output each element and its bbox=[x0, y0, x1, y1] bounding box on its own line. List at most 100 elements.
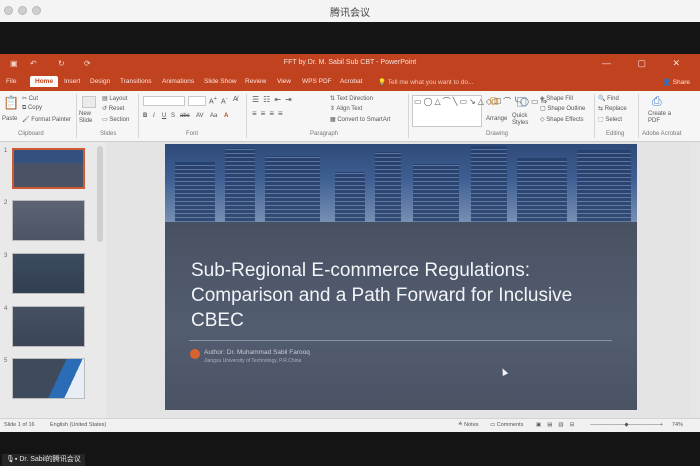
slide-thumbnail-5[interactable] bbox=[12, 358, 85, 399]
shrink-font-icon[interactable]: A- bbox=[221, 96, 228, 105]
slide-affiliation[interactable]: Jiangsu University of Technology, P.R.Ch… bbox=[204, 358, 301, 364]
strikethrough-button[interactable]: abc bbox=[180, 113, 190, 119]
thumbnail-scrollbar[interactable] bbox=[97, 146, 103, 242]
slides-group-label: Slides bbox=[100, 131, 117, 137]
status-bar: Slide 1 of 16 English (United States) ≙ … bbox=[0, 418, 700, 432]
shape-effects-button[interactable]: ◇ Shape Effects bbox=[540, 116, 584, 123]
current-slide[interactable]: Sub-Regional E-commerce Regulations: Com… bbox=[165, 144, 637, 410]
font-color-button[interactable]: A bbox=[224, 113, 228, 119]
font-name-dropdown[interactable] bbox=[143, 96, 185, 106]
new-slide-button[interactable]: New Slide bbox=[79, 111, 101, 125]
font-size-dropdown[interactable] bbox=[188, 96, 206, 106]
tab-insert[interactable]: Insert bbox=[64, 78, 80, 85]
clipboard-group-label: Clipboard bbox=[18, 131, 44, 137]
slide-thumbnail-panel: 1 2 3 4 5 bbox=[0, 142, 106, 418]
cut-label: Cut bbox=[28, 96, 39, 102]
tab-view[interactable]: View bbox=[277, 78, 291, 85]
slide-author[interactable]: Author: Dr. Muhammad Sabil Farooq bbox=[204, 349, 310, 356]
tell-me-text: Tell me what you want to do... bbox=[387, 79, 474, 86]
notes-button[interactable]: ≙ Notes bbox=[458, 422, 479, 428]
create-pdf-button[interactable]: Create a PDF bbox=[648, 111, 676, 125]
arrange-button[interactable]: Arrange bbox=[486, 116, 507, 122]
shape-outline-label: Shape Outline bbox=[547, 106, 586, 112]
quick-styles-button[interactable]: Quick Styles bbox=[512, 113, 536, 127]
comments-button[interactable]: ▭ Comments bbox=[490, 422, 523, 428]
ribbon-separator bbox=[594, 94, 595, 138]
tell-me-search[interactable]: 💡 Tell me what you want to do... bbox=[378, 78, 473, 86]
slide-thumbnail-3[interactable] bbox=[12, 253, 85, 294]
convert-smartart-button[interactable]: ▦ Convert to SmartArt bbox=[330, 116, 390, 123]
shape-outline-button[interactable]: ▢ Shape Outline bbox=[540, 105, 585, 112]
ribbon-separator bbox=[408, 94, 409, 138]
tab-acrobat[interactable]: Acrobat bbox=[340, 78, 362, 85]
tab-file[interactable]: File bbox=[6, 78, 16, 85]
shape-fill-button[interactable]: ◈ Shape Fill bbox=[540, 95, 573, 102]
format-painter-button[interactable]: 🖌 Format Painter bbox=[22, 116, 71, 123]
align-text-button[interactable]: ⇕ Align Text bbox=[330, 105, 362, 112]
underline-button[interactable]: U bbox=[162, 113, 166, 119]
slide-count: Slide 1 of 16 bbox=[4, 422, 35, 428]
language-indicator[interactable]: English (United States) bbox=[50, 422, 106, 428]
participant-name-tag: 🎙▪ Dr. Sabil的腾讯会议 bbox=[2, 454, 85, 466]
tab-transitions[interactable]: Transitions bbox=[120, 78, 152, 85]
zoom-slider[interactable]: −────────◆────────+ bbox=[590, 422, 663, 428]
notes-label: Notes bbox=[464, 422, 479, 428]
slide-thumbnail-2[interactable] bbox=[12, 200, 85, 241]
meeting-title-bar: 腾讯会议 bbox=[0, 0, 700, 23]
mouse-cursor-icon bbox=[499, 367, 509, 376]
slide-thumbnail-1[interactable] bbox=[12, 148, 85, 189]
create-pdf-icon[interactable]: ⎙ bbox=[652, 94, 662, 109]
paste-icon[interactable]: 📋 bbox=[3, 95, 19, 111]
share-label: Share bbox=[672, 79, 690, 86]
copy-button[interactable]: ⧉ Copy bbox=[22, 105, 42, 112]
view-buttons[interactable]: ▣▤▥⊟ bbox=[536, 422, 580, 428]
clear-format-icon[interactable]: A̸ bbox=[233, 96, 238, 103]
bold-button[interactable]: B bbox=[143, 113, 147, 119]
layout-button[interactable]: ▤ Layout bbox=[102, 95, 127, 102]
meeting-bottom-bar: 🎙▪ Dr. Sabil的腾讯会议 bbox=[0, 432, 700, 466]
acrobat-group-label: Adobe Acrobat bbox=[642, 131, 682, 137]
change-case-button[interactable]: Aa bbox=[210, 113, 217, 119]
align-buttons[interactable]: ≡≡≡≡ bbox=[252, 109, 287, 118]
new-slide-icon[interactable] bbox=[82, 96, 96, 108]
slide-number: 4 bbox=[4, 306, 8, 312]
participant-name: Dr. Sabil的腾讯会议 bbox=[19, 456, 81, 463]
cut-button[interactable]: ✂ Cut bbox=[22, 95, 38, 102]
replace-button[interactable]: ⇆ Replace bbox=[598, 105, 627, 112]
select-button[interactable]: ⬚ Select bbox=[598, 116, 622, 123]
zoom-level[interactable]: 74% bbox=[672, 422, 683, 428]
tab-wps-pdf[interactable]: WPS PDF bbox=[302, 78, 332, 85]
paste-button[interactable]: Paste bbox=[2, 116, 17, 122]
slide-thumbnail-4[interactable] bbox=[12, 306, 85, 347]
reset-button[interactable]: ↺ Reset bbox=[102, 105, 124, 112]
convert-smartart-label: Convert to SmartArt bbox=[337, 117, 391, 123]
find-button[interactable]: 🔍 Find bbox=[598, 95, 619, 102]
quick-styles-icon[interactable]: ◱ bbox=[516, 94, 527, 108]
tab-design[interactable]: Design bbox=[90, 78, 110, 85]
italic-button[interactable]: I bbox=[153, 113, 155, 119]
font-group-label: Font bbox=[186, 131, 199, 137]
slide-number: 3 bbox=[4, 253, 8, 259]
ribbon-separator bbox=[76, 94, 77, 138]
text-direction-button[interactable]: ⇅ Text Direction bbox=[330, 95, 373, 102]
slide-title-line: Sub-Regional E-commerce Regulations: bbox=[191, 260, 530, 281]
tab-slide-show[interactable]: Slide Show bbox=[204, 78, 237, 85]
comments-label: Comments bbox=[496, 422, 524, 428]
align-text-label: Align Text bbox=[336, 106, 363, 112]
tab-home[interactable]: Home bbox=[30, 76, 59, 87]
slide-title[interactable]: Sub-Regional E-commerce Regulations: Com… bbox=[191, 258, 611, 333]
slide-number: 2 bbox=[4, 200, 8, 206]
grow-font-icon[interactable]: A+ bbox=[209, 96, 217, 105]
find-label: Find bbox=[607, 96, 619, 102]
section-button[interactable]: ▭ Section bbox=[102, 116, 129, 123]
tab-review[interactable]: Review bbox=[245, 78, 266, 85]
spacing-button[interactable]: AV bbox=[196, 113, 204, 119]
shapes-gallery[interactable]: ▭◯△⌒╲▭↘△◇☐⌒╰◯▭⇒ bbox=[412, 95, 547, 127]
arrange-icon[interactable]: ⧉ bbox=[490, 94, 499, 109]
window-controls[interactable]: — ▢ ✕ bbox=[602, 58, 692, 69]
share-button[interactable]: 👤 Share bbox=[663, 78, 690, 86]
shadow-button[interactable]: S bbox=[171, 113, 175, 119]
ribbon: 📋 Paste ✂ Cut ⧉ Copy 🖌 Format Painter Cl… bbox=[0, 91, 700, 142]
tab-animations[interactable]: Animations bbox=[162, 78, 194, 85]
list-buttons[interactable]: ☰☷⇤⇥ bbox=[252, 95, 296, 104]
